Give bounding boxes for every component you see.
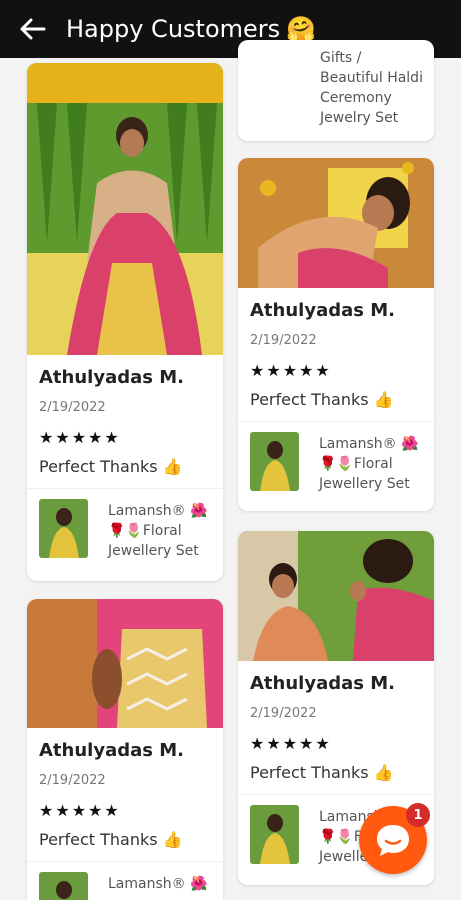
review-text-content: Perfect Thanks [39,830,158,849]
star-icon: ★ [55,428,70,447]
star-icon: ★ [266,734,281,753]
star-icon: ★ [299,734,314,753]
star-icon: ★ [315,361,330,380]
notification-badge: 1 [406,803,430,827]
star-icon: ★ [39,428,54,447]
star-rating: ★ ★ ★ ★ ★ [250,363,422,379]
reviewer-name: Athulyadas M. [250,300,395,321]
product-name-line: Lamansh® 🌺 [108,503,208,519]
review-text: Perfect Thanks 👍 [250,390,422,409]
product-name-line: Ceremony [320,90,392,106]
star-icon: ★ [88,801,103,820]
app-screen: Happy Customers 🤗 Athulyadas M. 2/19/202… [0,0,461,900]
product-name: Lamansh® 🌺 🌹🌷Floral Jewellery Set [108,499,208,561]
star-icon: ★ [266,361,281,380]
star-icon: ★ [55,801,70,820]
star-icon: ★ [88,428,103,447]
product-name-line: 🌹🌷Floral [108,523,182,539]
thumbs-up-emoji: 👍 [373,763,394,782]
product-name-line: Lamansh® 🌺 [319,436,419,452]
review-card[interactable]: Gifts / Beautiful Haldi Ceremony Jewelry… [238,40,434,141]
product-name-line: Jewellery Set [108,543,199,559]
review-text: Perfect Thanks 👍 [250,763,422,782]
star-icon: ★ [71,428,87,447]
product-name-line: 🌹🌷Floral [319,456,393,472]
reviewer-name: Athulyadas M. [39,367,184,388]
review-text: Perfect Thanks 👍 [39,830,211,849]
page-title: Happy Customers 🤗 [66,15,316,43]
customer-photo[interactable] [238,531,434,661]
product-name-line: Jewellery Set [319,476,410,492]
reviewer-name: Athulyadas M. [250,673,395,694]
star-icon: ★ [315,734,330,753]
page-title-text: Happy Customers [66,15,281,43]
review-text-content: Perfect Thanks [250,390,369,409]
star-rating: ★ ★ ★ ★ ★ [39,430,211,446]
arrow-left-icon [20,18,46,40]
review-text-content: Perfect Thanks [39,457,158,476]
review-card[interactable]: Athulyadas M. 2/19/2022 ★ ★ ★ ★ ★ Perfect Th… [27,599,223,900]
star-icon: ★ [104,428,119,447]
customer-photo[interactable] [238,158,434,288]
review-date: 2/19/2022 [250,706,317,721]
hugging-face-emoji: 🤗 [286,15,317,43]
star-rating: ★ ★ ★ ★ ★ [250,736,422,752]
review-date: 2/19/2022 [39,773,106,788]
product-name-line: Jewelry Set [320,110,399,126]
chat-bubble-icon [377,825,409,856]
thumbs-up-emoji: 👍 [162,830,183,849]
product-thumbnail[interactable] [39,872,88,900]
product-name: Lamansh® 🌺 [108,872,208,894]
product-name-line: Beautiful Haldi [320,70,423,86]
product-thumbnail[interactable] [39,499,88,558]
thumbs-up-emoji: 👍 [162,457,183,476]
back-button[interactable] [0,0,66,58]
review-text: Perfect Thanks 👍 [39,457,211,476]
product-link[interactable]: Lamansh® 🌺 🌹🌷Floral Jewellery Set [27,488,223,571]
reviewer-name: Athulyadas M. [39,740,184,761]
star-icon: ★ [250,734,265,753]
product-link[interactable]: Lamansh® 🌺 [27,861,223,900]
review-date: 2/19/2022 [39,400,106,415]
star-icon: ★ [250,361,265,380]
star-icon: ★ [104,801,119,820]
product-name-line: Lamansh® 🌺 [108,876,208,892]
thumbs-up-emoji: 👍 [373,390,394,409]
product-name-line: Gifts / [320,50,362,66]
product-thumbnail[interactable] [250,432,299,491]
review-card[interactable]: Athulyadas M. 2/19/2022 ★ ★ ★ ★ ★ Perfect Th… [27,63,223,581]
star-icon: ★ [282,361,298,380]
star-rating: ★ ★ ★ ★ ★ [39,803,211,819]
review-text-content: Perfect Thanks [250,763,369,782]
star-icon: ★ [39,801,54,820]
review-date: 2/19/2022 [250,333,317,348]
product-thumbnail[interactable] [250,805,299,864]
star-icon: ★ [282,734,298,753]
customer-photo[interactable] [27,599,223,728]
product-name: Gifts / Beautiful Haldi Ceremony Jewelry… [320,46,423,128]
star-icon: ★ [71,801,87,820]
star-icon: ★ [299,361,314,380]
product-link[interactable]: Lamansh® 🌺 🌹🌷Floral Jewellery Set [238,421,434,504]
review-card[interactable]: Athulyadas M. 2/19/2022 ★ ★ ★ ★ ★ Perfect Th… [238,158,434,511]
product-name: Lamansh® 🌺 🌹🌷Floral Jewellery Set [319,432,419,494]
customer-photo[interactable] [27,63,223,355]
